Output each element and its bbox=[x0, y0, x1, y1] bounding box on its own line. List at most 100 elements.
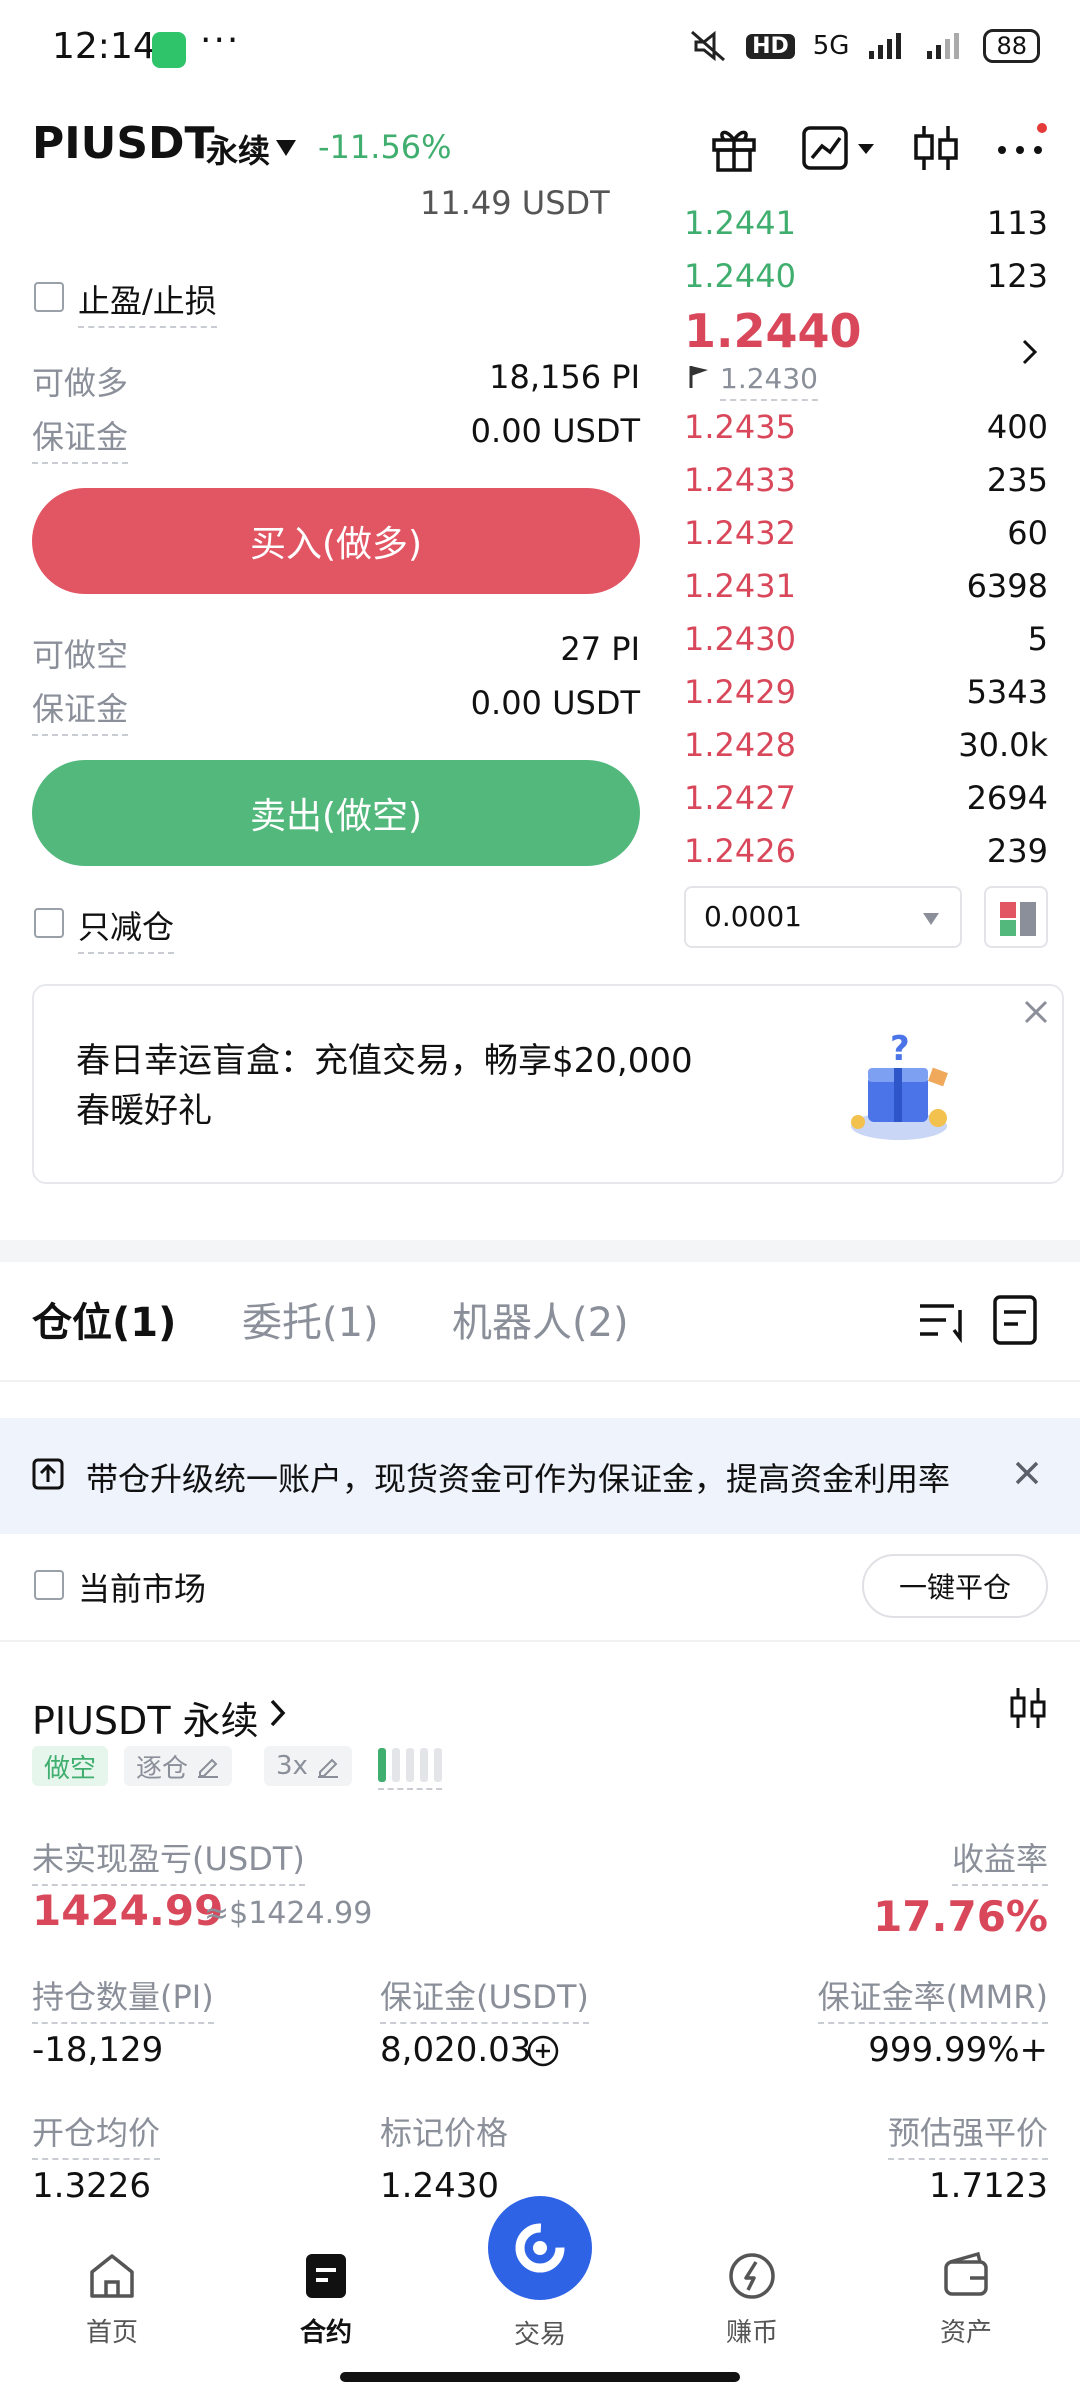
add-margin-icon[interactable] bbox=[526, 2034, 560, 2068]
bid-qty: 6398 bbox=[966, 567, 1048, 605]
close-all-button[interactable]: 一键平仓 bbox=[862, 1554, 1048, 1618]
nav-assets[interactable]: 资产 bbox=[906, 2250, 1026, 2349]
bid-row[interactable]: 1.2430 5 bbox=[684, 612, 1048, 665]
candlestick-icon[interactable] bbox=[908, 120, 964, 176]
liq-price-label: 预估强平价 bbox=[887, 2108, 1048, 2160]
close-icon[interactable] bbox=[1022, 998, 1050, 1026]
close-icon[interactable] bbox=[1014, 1460, 1040, 1486]
promo-text: 春日幸运盲盒：充值交易，畅享$20,000 春暖好礼 bbox=[76, 1036, 796, 1136]
bid-price: 1.2426 bbox=[684, 832, 796, 870]
promo-banner[interactable]: 春日幸运盲盒：充值交易，畅享$20,000 春暖好礼 ? bbox=[32, 984, 1064, 1184]
section-divider bbox=[0, 1240, 1080, 1262]
reduce-only-label[interactable]: 只减仓 bbox=[78, 902, 175, 954]
bid-row[interactable]: 1.2428 30.0k bbox=[684, 718, 1048, 771]
more-notifications-icon: ··· bbox=[200, 20, 241, 61]
precision-select[interactable]: 0.0001 bbox=[684, 886, 962, 948]
nav-earn[interactable]: 赚币 bbox=[692, 2250, 812, 2349]
blind-box-illustration-icon: ? bbox=[851, 1029, 948, 1140]
bid-row[interactable]: 1.2432 60 bbox=[684, 506, 1048, 559]
bid-price: 1.2435 bbox=[684, 408, 796, 446]
chevron-right-icon[interactable] bbox=[1020, 338, 1040, 366]
current-market-label[interactable]: 当前市场 bbox=[78, 1564, 206, 1610]
entry-price-label: 开仓均价 bbox=[32, 2108, 161, 2160]
bottom-navigation: 首页 合约 交易 赚币 资产 bbox=[0, 2196, 1080, 2400]
futures-icon bbox=[306, 2254, 346, 2298]
risk-bar bbox=[420, 1748, 428, 1782]
leverage-label: 3x bbox=[276, 1751, 308, 1781]
risk-level-indicator[interactable] bbox=[378, 1748, 442, 1790]
risk-bar bbox=[392, 1748, 400, 1782]
mark-price-ob: 1.2430 bbox=[720, 362, 818, 401]
reduce-only-checkbox[interactable] bbox=[34, 908, 64, 938]
shield-icon bbox=[152, 32, 186, 68]
edit-icon bbox=[198, 1758, 219, 1778]
svg-text:?: ? bbox=[890, 1029, 910, 1069]
gift-icon[interactable] bbox=[706, 120, 762, 176]
bid-row[interactable]: 1.2426 239 bbox=[684, 824, 1048, 877]
bid-qty: 30.0k bbox=[958, 726, 1048, 764]
history-record-icon[interactable] bbox=[992, 1294, 1040, 1346]
trade-icon bbox=[515, 2223, 565, 2273]
caret-down-icon[interactable] bbox=[274, 138, 298, 158]
sort-icon[interactable] bbox=[918, 1298, 968, 1344]
margin-mode-label: 逐仓 bbox=[136, 1753, 189, 1784]
margin-mode-badge[interactable]: 逐仓 bbox=[124, 1746, 233, 1786]
ask-qty: 113 bbox=[986, 204, 1048, 242]
tp-sl-label[interactable]: 止盈/止损 bbox=[78, 276, 217, 328]
nav-trade-button[interactable] bbox=[488, 2196, 592, 2300]
price-change: -11.56% bbox=[318, 128, 452, 166]
contract-type[interactable]: 永续 bbox=[206, 126, 270, 172]
tab-orders[interactable]: 委托(1) bbox=[242, 1290, 379, 1348]
risk-bar bbox=[378, 1748, 386, 1782]
tabs-divider bbox=[0, 1380, 1080, 1382]
risk-bar bbox=[434, 1748, 442, 1782]
candlestick-icon[interactable] bbox=[1008, 1686, 1048, 1730]
mmr-value: 999.99%+ bbox=[868, 2030, 1048, 2070]
position-margin-value: 8,020.03 bbox=[380, 2030, 532, 2070]
unified-account-notice[interactable]: 带仓升级统一账户，现货资金可作为保证金，提高资金利用率 bbox=[0, 1418, 1080, 1534]
roe-value: 17.76% bbox=[873, 1892, 1048, 1941]
buy-long-button[interactable]: 买入(做多) bbox=[32, 488, 640, 594]
bid-row[interactable]: 1.2427 2694 bbox=[684, 771, 1048, 824]
nav-trade-label: 交易 bbox=[513, 2320, 566, 2350]
ask-row[interactable]: 1.2441 113 bbox=[684, 196, 1048, 249]
bid-row[interactable]: 1.2435 400 bbox=[684, 400, 1048, 453]
chart-icon[interactable] bbox=[800, 120, 880, 176]
nav-home-label: 首页 bbox=[85, 2318, 138, 2348]
bid-row[interactable]: 1.2431 6398 bbox=[684, 559, 1048, 612]
bid-qty: 235 bbox=[986, 461, 1048, 499]
leverage-badge[interactable]: 3x bbox=[264, 1746, 352, 1786]
signal-icon bbox=[869, 33, 902, 59]
tp-sl-checkbox[interactable] bbox=[34, 282, 64, 312]
nav-futures[interactable]: 合约 bbox=[266, 2250, 386, 2349]
notice-text: 带仓升级统一账户，现货资金可作为保证金，提高资金利用率 bbox=[86, 1460, 951, 1498]
tab-positions[interactable]: 仓位(1) bbox=[32, 1290, 176, 1348]
pair-name[interactable]: PIUSDT bbox=[32, 118, 215, 169]
position-margin-label: 保证金(USDT) bbox=[380, 1972, 589, 2024]
short-margin-value: 0.00 USDT bbox=[470, 684, 640, 722]
layout-icon bbox=[1000, 902, 1036, 936]
chevron-right-icon[interactable] bbox=[268, 1698, 288, 1728]
more-menu-icon[interactable] bbox=[992, 120, 1048, 176]
orderbook-layout-button[interactable] bbox=[984, 886, 1048, 948]
bid-row[interactable]: 1.2433 235 bbox=[684, 453, 1048, 506]
ask-row[interactable]: 1.2440 123 bbox=[684, 249, 1048, 302]
bid-price: 1.2431 bbox=[684, 567, 796, 605]
tab-bots[interactable]: 机器人(2) bbox=[452, 1290, 629, 1348]
position-title[interactable]: PIUSDT 永续 bbox=[32, 1690, 259, 1745]
roe-label: 收益率 bbox=[951, 1834, 1048, 1886]
bid-qty: 5343 bbox=[966, 673, 1048, 711]
bid-price: 1.2432 bbox=[684, 514, 796, 552]
nav-earn-label: 赚币 bbox=[725, 2318, 778, 2348]
last-price[interactable]: 1.2440 bbox=[684, 304, 862, 358]
risk-bar bbox=[406, 1748, 414, 1782]
status-indicators: HD 5G 88 bbox=[688, 28, 1040, 64]
nav-home[interactable]: 首页 bbox=[52, 2250, 172, 2349]
current-market-checkbox[interactable] bbox=[34, 1570, 64, 1600]
home-indicator[interactable] bbox=[340, 2372, 740, 2382]
sell-short-button[interactable]: 卖出(做空) bbox=[32, 760, 640, 866]
side-badge: 做空 bbox=[32, 1746, 109, 1786]
position-size-label: 持仓数量(PI) bbox=[32, 1972, 214, 2024]
bid-row[interactable]: 1.2429 5343 bbox=[684, 665, 1048, 718]
bid-qty: 60 bbox=[1007, 514, 1048, 552]
